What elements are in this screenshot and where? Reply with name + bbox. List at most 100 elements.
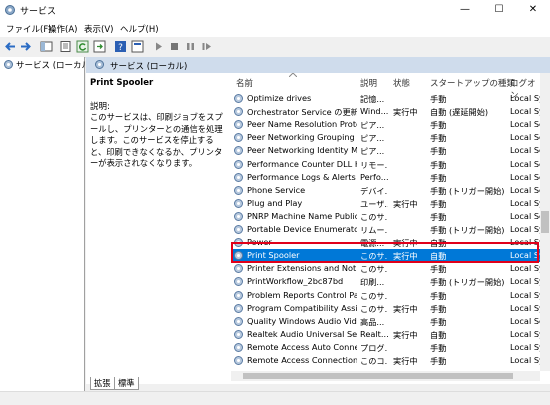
cell-logon: Local Se (510, 184, 540, 195)
menu-action[interactable]: 操作(A) (48, 23, 77, 35)
stop-service-icon[interactable] (168, 40, 181, 53)
cell-logon: Local Se (510, 119, 540, 130)
cell-startup-type: 手動 (430, 264, 447, 275)
cell-startup-type: 手動 (430, 290, 447, 301)
start-service-icon[interactable] (152, 40, 165, 53)
cell-logon: Local Sy (510, 224, 540, 234)
tab-standard[interactable]: 標準 (114, 377, 139, 390)
table-row[interactable]: Peer Name Resolution Proto... ピア... 手動 Loca… (231, 118, 540, 131)
vertical-scrollbar[interactable] (540, 73, 550, 371)
cell-name: Problem Reports Control Pan... (247, 289, 357, 300)
table-row[interactable]: Remote Access Connection ...このコ... 実行中 手動 L… (231, 354, 540, 367)
menu-view[interactable]: 表示(V) (84, 23, 113, 35)
cell-name: Realtek Audio Universal Servi... (247, 328, 357, 339)
service-gear-icon (234, 329, 243, 339)
cell-name: Portable Device Enumerator ... (247, 224, 357, 234)
table-row[interactable]: PrintWorkflow_2bc87bd 印刷... 手動 (トリガー開始) Loc… (231, 275, 540, 288)
pause-service-icon[interactable] (184, 40, 197, 53)
snapin-icon[interactable] (131, 40, 144, 53)
cell-logon: Local Sy (510, 93, 540, 103)
cell-name: Printer Extensions and Notifi... (247, 263, 357, 274)
cell-description: リモー... (360, 159, 388, 170)
cell-status: 実行中 (393, 107, 418, 118)
service-gear-icon (234, 172, 243, 182)
cell-logon: Local Se (510, 158, 540, 169)
service-gear-icon (234, 133, 243, 143)
console-tree-icon[interactable] (40, 40, 53, 53)
table-row[interactable]: Plug and Play ユーザ... 実行中 手動 Local Sy (231, 197, 540, 210)
help-icon[interactable]: ? (114, 40, 127, 53)
cell-logon: Local Sy (510, 328, 540, 339)
cell-startup-type: 手動 (430, 120, 447, 131)
cell-startup-type: 手動 (430, 316, 447, 327)
table-row[interactable]: PNRP Machine Name Publica...このサ... 手動 Loca… (231, 210, 540, 223)
service-gear-icon (234, 264, 243, 274)
table-row[interactable]: Performance Counter DLL Hostリモー... 手動 Loca… (231, 158, 540, 171)
cell-logon: Local Se (510, 210, 540, 221)
cell-description: このサ... (360, 211, 388, 222)
table-row[interactable]: Optimize drives 記憶... 手動 Local Sy (231, 92, 540, 105)
column-header-startup-type[interactable]: スタートアップの種類 (430, 77, 515, 89)
column-header-name[interactable]: 名前 (236, 77, 253, 89)
export-list-icon[interactable] (93, 40, 106, 53)
svg-text:?: ? (118, 43, 123, 53)
cell-logon: Local Sy (510, 355, 540, 365)
cell-status: 実行中 (393, 329, 418, 340)
cell-name: Plug and Play (247, 197, 303, 208)
table-row[interactable]: Realtek Audio Universal Servi...Realt...… (231, 328, 540, 341)
service-gear-icon (234, 94, 243, 103)
properties-icon[interactable] (59, 40, 72, 53)
cell-description: ピア... (360, 146, 385, 157)
console-tree: サービス (ローカル) (0, 57, 93, 404)
cell-name: Remote Access Auto Connecti... (247, 341, 357, 352)
cell-status: 実行中 (393, 198, 418, 209)
tab-extended[interactable]: 拡張 (90, 377, 115, 390)
table-row[interactable]: Peer Networking Grouping ピア... 手動 Local Se (231, 131, 540, 144)
cell-name: Performance Counter DLL Host (247, 158, 357, 169)
cell-logon: Local Sy (510, 263, 540, 274)
view-tabs: 拡張 標準 (86, 373, 286, 391)
maximize-button[interactable]: ☐ (482, 0, 516, 20)
cell-name: Remote Access Connection ... (247, 355, 357, 365)
table-row[interactable]: Quality Windows Audio Vide...高品... 手動 Loca… (231, 315, 540, 328)
table-row[interactable]: Printer Extensions and Notifi...このサ... 手動… (231, 262, 540, 275)
menu-file[interactable]: ファイル(F) (6, 23, 52, 35)
cell-description: ピア... (360, 120, 385, 131)
services-app-icon (5, 5, 15, 15)
table-row[interactable]: Peer Networking Identity Ma...ピア... 手動 Loc… (231, 144, 540, 157)
minimize-button[interactable]: — (448, 0, 482, 20)
service-gear-icon (234, 211, 243, 221)
cell-startup-type: 手動 (トリガー開始) (430, 185, 505, 196)
description-label: 説明: (90, 102, 110, 112)
table-row[interactable]: Phone Service デバイ... 手動 (トリガー開始) Local Se (231, 184, 540, 197)
cell-name: Performance Logs & Alerts (247, 171, 356, 182)
table-row[interactable]: Remote Access Auto Connecti...プログ... 手動 Lo… (231, 341, 540, 354)
description-panel: Print Spooler 説明: このサービスは、印刷ジョブをスプールし、プリ… (86, 73, 231, 373)
services-table: 名前 説明 状態 スタートアップの種類 ログオン Optimize drives… (231, 73, 540, 371)
vertical-scroll-thumb[interactable] (541, 211, 549, 233)
cell-name: Quality Windows Audio Vide... (247, 315, 357, 326)
column-header-description[interactable]: 説明 (360, 77, 377, 89)
cell-logon: Local Se (510, 132, 540, 143)
forward-arrow-icon[interactable] (19, 40, 32, 53)
refresh-icon[interactable] (76, 40, 89, 53)
cell-name: Phone Service (247, 184, 306, 195)
table-row[interactable]: Program Compatibility Assist...このサ... 実行中… (231, 302, 540, 315)
menu-help[interactable]: ヘルプ(H) (120, 23, 159, 35)
restart-service-icon[interactable] (200, 40, 213, 53)
service-gear-icon (234, 277, 243, 287)
column-header-status[interactable]: 状態 (393, 77, 410, 89)
close-button[interactable]: ✕ (516, 0, 550, 20)
table-row[interactable]: Portable Device Enumerator ...リムー... 手動 (… (231, 223, 540, 236)
table-row[interactable]: Orchestrator Service の更新 Wind... 実行中 自動 (遅延… (231, 105, 540, 118)
service-gear-icon (234, 316, 243, 326)
table-row[interactable]: Problem Reports Control Pan...このサ... 手動 Lo… (231, 289, 540, 302)
cell-name: Optimize drives (247, 93, 312, 103)
back-arrow-icon[interactable] (4, 40, 17, 53)
selected-service-name: Print Spooler (90, 78, 154, 88)
cell-startup-type: 手動 (430, 356, 447, 366)
table-row[interactable]: Performance Logs & Alerts Perfo... 手動 Local… (231, 171, 540, 184)
cell-logon: Local Se (510, 315, 540, 326)
title-bar: サービス — ☐ ✕ (0, 0, 550, 20)
cell-description: このサ... (360, 303, 388, 314)
